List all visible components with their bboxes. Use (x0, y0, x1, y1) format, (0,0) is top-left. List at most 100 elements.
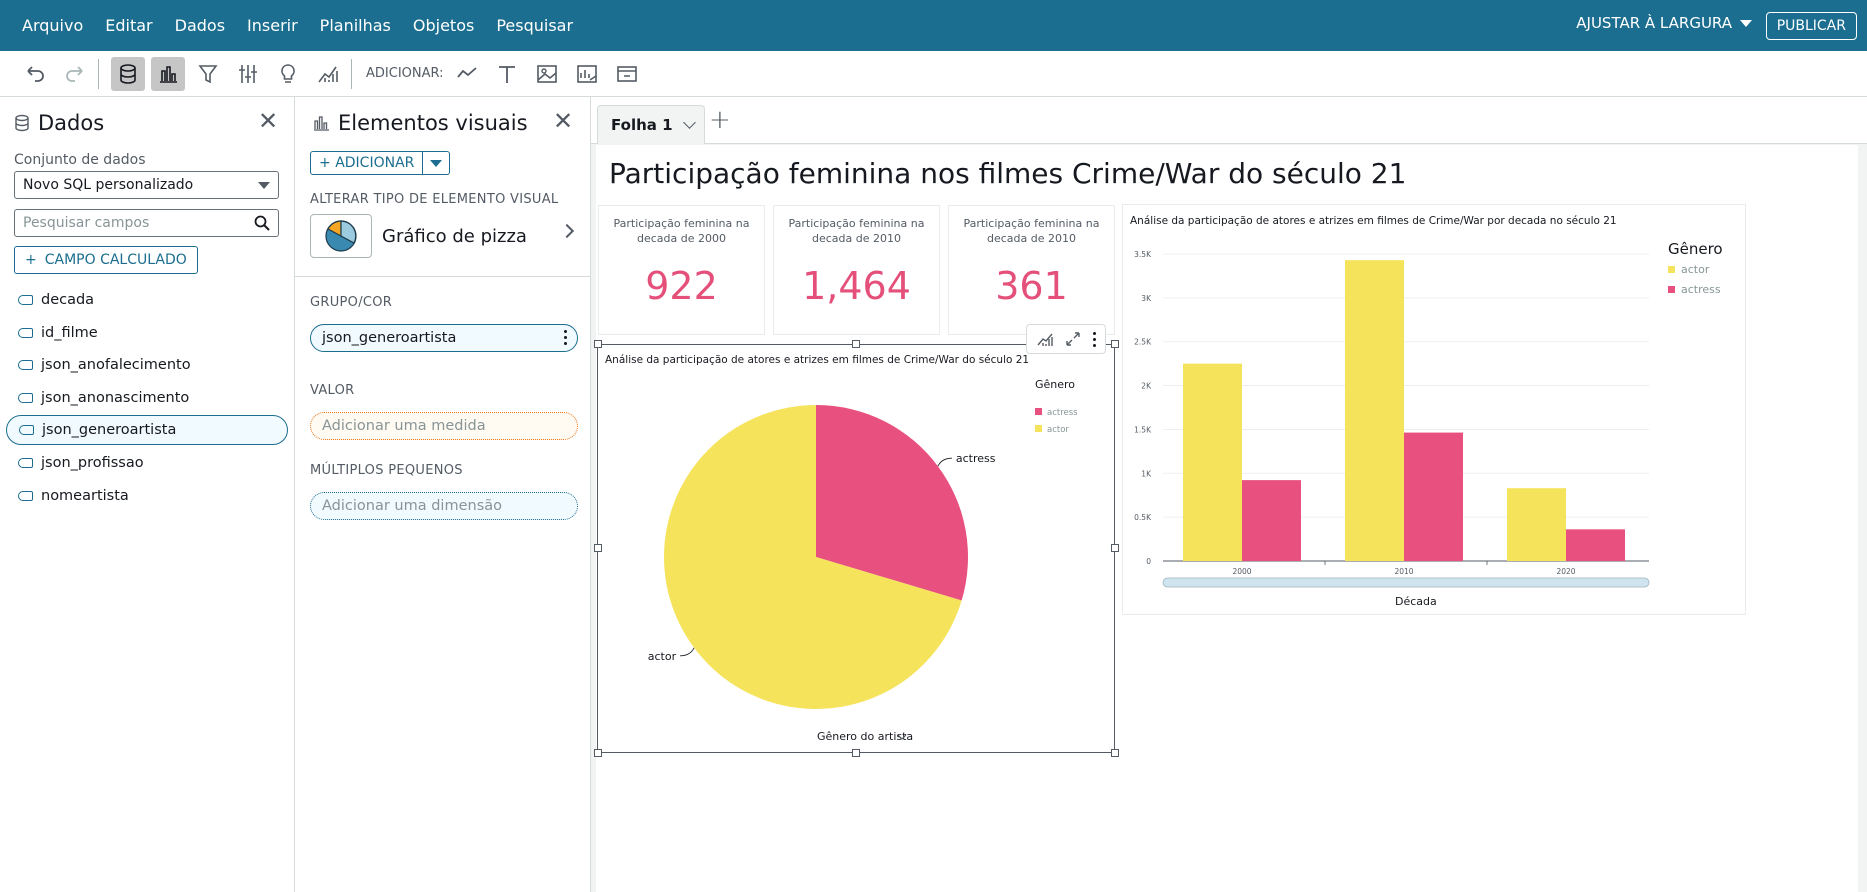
visual-type-name: Gráfico de pizza (382, 225, 527, 247)
chevron-right-icon (559, 223, 575, 239)
field-item-json-profissao[interactable]: json_profissao (6, 448, 288, 478)
resize-handle[interactable] (1111, 544, 1119, 552)
y-tick-label: 0.5K (1134, 513, 1152, 522)
resize-handle[interactable] (594, 544, 602, 552)
field-item-id-filme[interactable]: id_filme (6, 318, 288, 348)
field-item-nomeartista[interactable]: nomeartista (6, 481, 288, 511)
bar-actor-2020[interactable] (1507, 488, 1566, 561)
legend-item-actress[interactable]: actress (1681, 283, 1721, 296)
bar-chart-visual[interactable]: Análise da participação de atores e atri… (1122, 204, 1746, 615)
publish-button[interactable]: PUBLICAR (1765, 12, 1857, 40)
database-icon[interactable] (111, 56, 145, 91)
group-color-well[interactable]: json_generoartista (310, 324, 578, 352)
y-tick-label: 3.5K (1134, 250, 1152, 259)
resize-handle[interactable] (1111, 340, 1119, 348)
bar-chart-icon[interactable] (151, 56, 185, 91)
add-sheet-icon[interactable]: + (709, 105, 731, 135)
field-item-json-anonascimento[interactable]: json_anonascimento (6, 383, 288, 413)
bar-actress-2020[interactable] (1566, 529, 1625, 561)
line-chart-icon[interactable] (450, 57, 484, 91)
pie-slice-label: actress (956, 452, 996, 465)
dataset-select[interactable]: Novo SQL personalizado (14, 171, 279, 199)
resize-handle[interactable] (852, 340, 860, 348)
forecast-icon[interactable] (311, 57, 345, 91)
data-panel-title-text: Dados (38, 111, 105, 135)
sheet-tab[interactable]: Folha 1 (597, 105, 705, 144)
field-item-decada[interactable]: decada (6, 285, 288, 315)
image-icon[interactable] (530, 57, 564, 91)
menu-planilhas[interactable]: Planilhas (309, 16, 402, 35)
insight-icon[interactable] (570, 57, 604, 91)
pie-chart-visual[interactable]: Análise da participação de atores e atri… (597, 344, 1115, 753)
menu-inserir[interactable]: Inserir (236, 16, 309, 35)
small-multiples-well[interactable]: Adicionar uma dimensão (310, 492, 578, 520)
legend-swatch (1668, 286, 1675, 293)
dimension-tag-icon (18, 490, 33, 501)
redo-icon[interactable] (58, 57, 92, 91)
sliders-icon[interactable] (231, 57, 265, 91)
close-icon[interactable]: ✕ (258, 109, 278, 133)
y-tick-label: 2.5K (1134, 338, 1152, 347)
pie-leader-line (937, 457, 952, 467)
x-tick-label: 2010 (1394, 567, 1413, 576)
more-options-icon[interactable] (1092, 331, 1096, 347)
field-list: decada id_filme json_anofalecimento json… (6, 285, 288, 513)
field-item-json-generoartista[interactable]: json_generoartista (6, 415, 288, 446)
undo-icon[interactable] (18, 57, 52, 91)
database-icon (15, 114, 29, 132)
legend-item-actress[interactable]: actress (1047, 408, 1078, 418)
dataset-value: Novo SQL personalizado (23, 177, 194, 193)
bar-scrollbar[interactable] (1162, 577, 1650, 588)
add-visual-dropdown[interactable] (423, 151, 451, 175)
bar-actor-2000[interactable] (1183, 363, 1242, 561)
resize-handle[interactable] (594, 749, 602, 757)
text-icon[interactable] (490, 57, 524, 91)
kpi-card[interactable]: Participação feminina na decada de 2010 … (773, 205, 940, 335)
menu-dados[interactable]: Dados (164, 16, 236, 35)
kpi-label: Participação feminina na decada de 2000 (613, 217, 750, 245)
chevron-down-icon[interactable] (682, 116, 696, 129)
bar-actress-2000[interactable] (1242, 480, 1301, 561)
expand-icon[interactable] (1064, 330, 1082, 348)
bar-actor-2010[interactable] (1345, 260, 1404, 561)
field-item-json-anofalecimento[interactable]: json_anofalecimento (6, 350, 288, 380)
close-icon[interactable]: ✕ (553, 109, 573, 133)
forecast-icon[interactable] (1036, 330, 1054, 348)
add-visual-button[interactable]: + ADICIONAR (310, 151, 451, 175)
kpi-card[interactable]: Participação feminina na decada de 2010 … (948, 205, 1115, 335)
menu-objetos[interactable]: Objetos (402, 16, 485, 35)
resize-handle[interactable] (1111, 749, 1119, 757)
bar-actress-2010[interactable] (1404, 432, 1463, 561)
visual-type-selector[interactable]: Gráfico de pizza (310, 214, 580, 258)
filter-icon[interactable] (191, 57, 225, 91)
x-tick-label: 2000 (1232, 567, 1251, 576)
field-search-placeholder: Pesquisar campos (23, 215, 150, 231)
field-search-input[interactable]: Pesquisar campos (14, 209, 279, 237)
dimension-tag-icon (19, 425, 34, 436)
bar-x-axis-label: Década (1395, 595, 1437, 608)
kpi-value: 922 (645, 264, 718, 308)
add-visual-label: ADICIONAR (335, 155, 415, 171)
resize-handle[interactable] (852, 749, 860, 757)
kpi-card[interactable]: Participação feminina na decada de 2000 … (598, 205, 765, 335)
value-placeholder: Adicionar uma medida (322, 418, 486, 434)
menu-editar[interactable]: Editar (94, 16, 163, 35)
legend-item-actor[interactable]: actor (1681, 263, 1710, 276)
resize-handle[interactable] (594, 340, 602, 348)
calculated-field-button[interactable]: + CAMPO CALCULADO (14, 246, 198, 274)
menu-pesquisar[interactable]: Pesquisar (485, 16, 584, 35)
value-well[interactable]: Adicionar uma medida (310, 412, 578, 440)
legend-item-actor[interactable]: actor (1047, 425, 1069, 435)
y-tick-label: 1K (1141, 469, 1152, 478)
menu-arquivo[interactable]: Arquivo (11, 16, 94, 35)
fit-width-dropdown[interactable]: AJUSTAR À LARGURA (1576, 14, 1752, 32)
bar-legend-title: Gênero (1668, 240, 1723, 258)
dataset-label: Conjunto de dados (14, 152, 146, 168)
more-options-icon[interactable] (564, 330, 567, 345)
embed-icon[interactable] (610, 57, 644, 91)
add-visual-main[interactable]: + ADICIONAR (310, 151, 424, 175)
field-label: json_anofalecimento (41, 357, 191, 374)
small-multiples-placeholder: Adicionar uma dimensão (322, 498, 503, 514)
lightbulb-icon[interactable] (271, 57, 305, 91)
sheet-title[interactable]: Participação feminina nos filmes Crime/W… (609, 157, 1406, 190)
